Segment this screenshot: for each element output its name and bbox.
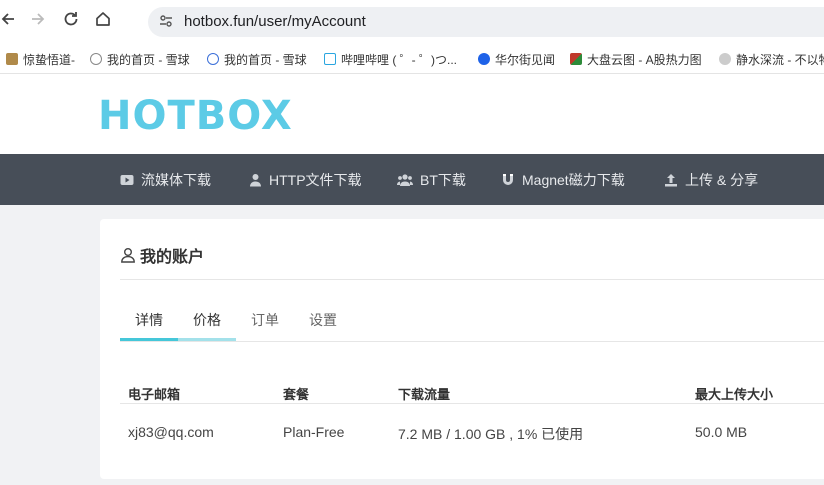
cell-max-upload: 50.0 MB [695, 424, 748, 440]
bookmark-item[interactable]: 我的首页 - 雪球 [207, 50, 307, 68]
nav-item-http[interactable]: HTTP文件下载 [249, 170, 362, 190]
bookmark-favicon-icon [90, 53, 102, 65]
user-outline-icon [121, 248, 135, 263]
column-header-plan: 套餐 [283, 387, 310, 402]
column-header-email: 电子邮箱 [128, 387, 181, 402]
user-icon [250, 174, 261, 187]
nav-label: 流媒体下载 [141, 172, 211, 188]
bookmark-favicon-icon [478, 53, 490, 65]
bookmark-favicon-icon [719, 53, 731, 65]
tab-pricing[interactable]: 价格 [193, 310, 221, 330]
bookmark-favicon-icon [6, 53, 18, 65]
site-settings-icon[interactable] [158, 13, 176, 31]
home-icon[interactable] [91, 10, 115, 34]
page-title-text: 我的账户 [140, 249, 205, 266]
cell-email: xj83@qq.com [128, 424, 214, 440]
nav-label: Magnet磁力下载 [522, 172, 625, 188]
nav-item-upload[interactable]: 上传 & 分享 [664, 170, 758, 190]
bookmarks-bar: 惊蛰悟道- 我的首页 - 雪球 我的首页 - 雪球 哔哩哔哩 ( ゜- ゜)つ.… [0, 44, 824, 74]
bookmark-item[interactable]: 静水深流 - 不以物 [719, 50, 824, 68]
bookmark-label: 我的首页 - 雪球 [224, 52, 307, 67]
account-card: 我的账户 详情 价格 订单 设置 电子邮箱 套餐 下载流量 最大上传大小 xj8… [100, 219, 824, 479]
site-logo[interactable]: HOTBOX [98, 93, 293, 139]
tabs-divider [120, 341, 824, 342]
nav-item-magnet[interactable]: Magnet磁力下载 [501, 170, 625, 190]
url-text: hotbox.fun/user/myAccount [184, 13, 366, 30]
tab-details[interactable]: 详情 [135, 310, 163, 330]
bookmark-label: 华尔街见闻 [495, 52, 556, 67]
reload-icon[interactable] [59, 10, 83, 34]
bookmark-label: 大盘云图 - A股热力图 [587, 52, 702, 67]
bookmark-label: 哔哩哔哩 ( ゜- ゜)つ... [341, 52, 457, 67]
users-icon [397, 174, 413, 186]
bookmark-item[interactable]: 大盘云图 - A股热力图 [570, 50, 702, 68]
nav-item-bt[interactable]: BT下载 [397, 170, 466, 190]
column-header-traffic: 下载流量 [398, 387, 451, 402]
tab-orders[interactable]: 订单 [251, 310, 279, 330]
address-bar[interactable]: hotbox.fun/user/myAccount [148, 7, 824, 37]
site-header: HOTBOX [0, 75, 824, 154]
bookmark-label: 静水深流 - 不以物 [736, 52, 824, 67]
nav-label: 上传 & 分享 [685, 172, 759, 188]
bookmark-item[interactable]: 哔哩哔哩 ( ゜- ゜)つ... [324, 50, 457, 68]
table-header-divider [120, 403, 824, 404]
cell-plan: Plan-Free [283, 424, 345, 440]
column-header-max-upload: 最大上传大小 [695, 387, 774, 402]
youtube-icon [120, 175, 134, 185]
divider [120, 279, 824, 280]
bookmark-item[interactable]: 我的首页 - 雪球 [90, 50, 190, 68]
nav-label: HTTP文件下载 [269, 172, 362, 188]
bookmark-favicon-icon [207, 53, 219, 65]
bookmark-favicon-icon [570, 53, 582, 65]
bookmark-item[interactable]: 惊蛰悟道- [6, 50, 75, 68]
bookmark-item[interactable]: 华尔街见闻 [478, 50, 555, 68]
nav-item-streaming[interactable]: 流媒体下载 [120, 170, 211, 190]
forward-icon[interactable] [26, 10, 50, 34]
magnet-icon [503, 174, 513, 185]
main-nav: 流媒体下载 HTTP文件下载 BT下载 Magnet磁力下载 上传 & 分享 [0, 154, 824, 205]
browser-toolbar: hotbox.fun/user/myAccount [0, 0, 824, 44]
nav-label: BT下载 [420, 172, 466, 188]
bookmark-label: 我的首页 - 雪球 [107, 52, 190, 67]
bookmark-label: 惊蛰悟道- [23, 52, 75, 67]
tab-settings[interactable]: 设置 [309, 310, 337, 330]
upload-icon [665, 174, 677, 187]
page-title: 我的账户 [120, 243, 204, 267]
back-icon[interactable] [0, 10, 20, 34]
cell-traffic: 7.2 MB / 1.00 GB , 1% 已使用 [398, 426, 584, 442]
page-body: HOTBOX 流媒体下载 HTTP文件下载 BT下载 Magnet磁力下载 上传… [0, 75, 824, 485]
bilibili-icon [324, 53, 336, 65]
